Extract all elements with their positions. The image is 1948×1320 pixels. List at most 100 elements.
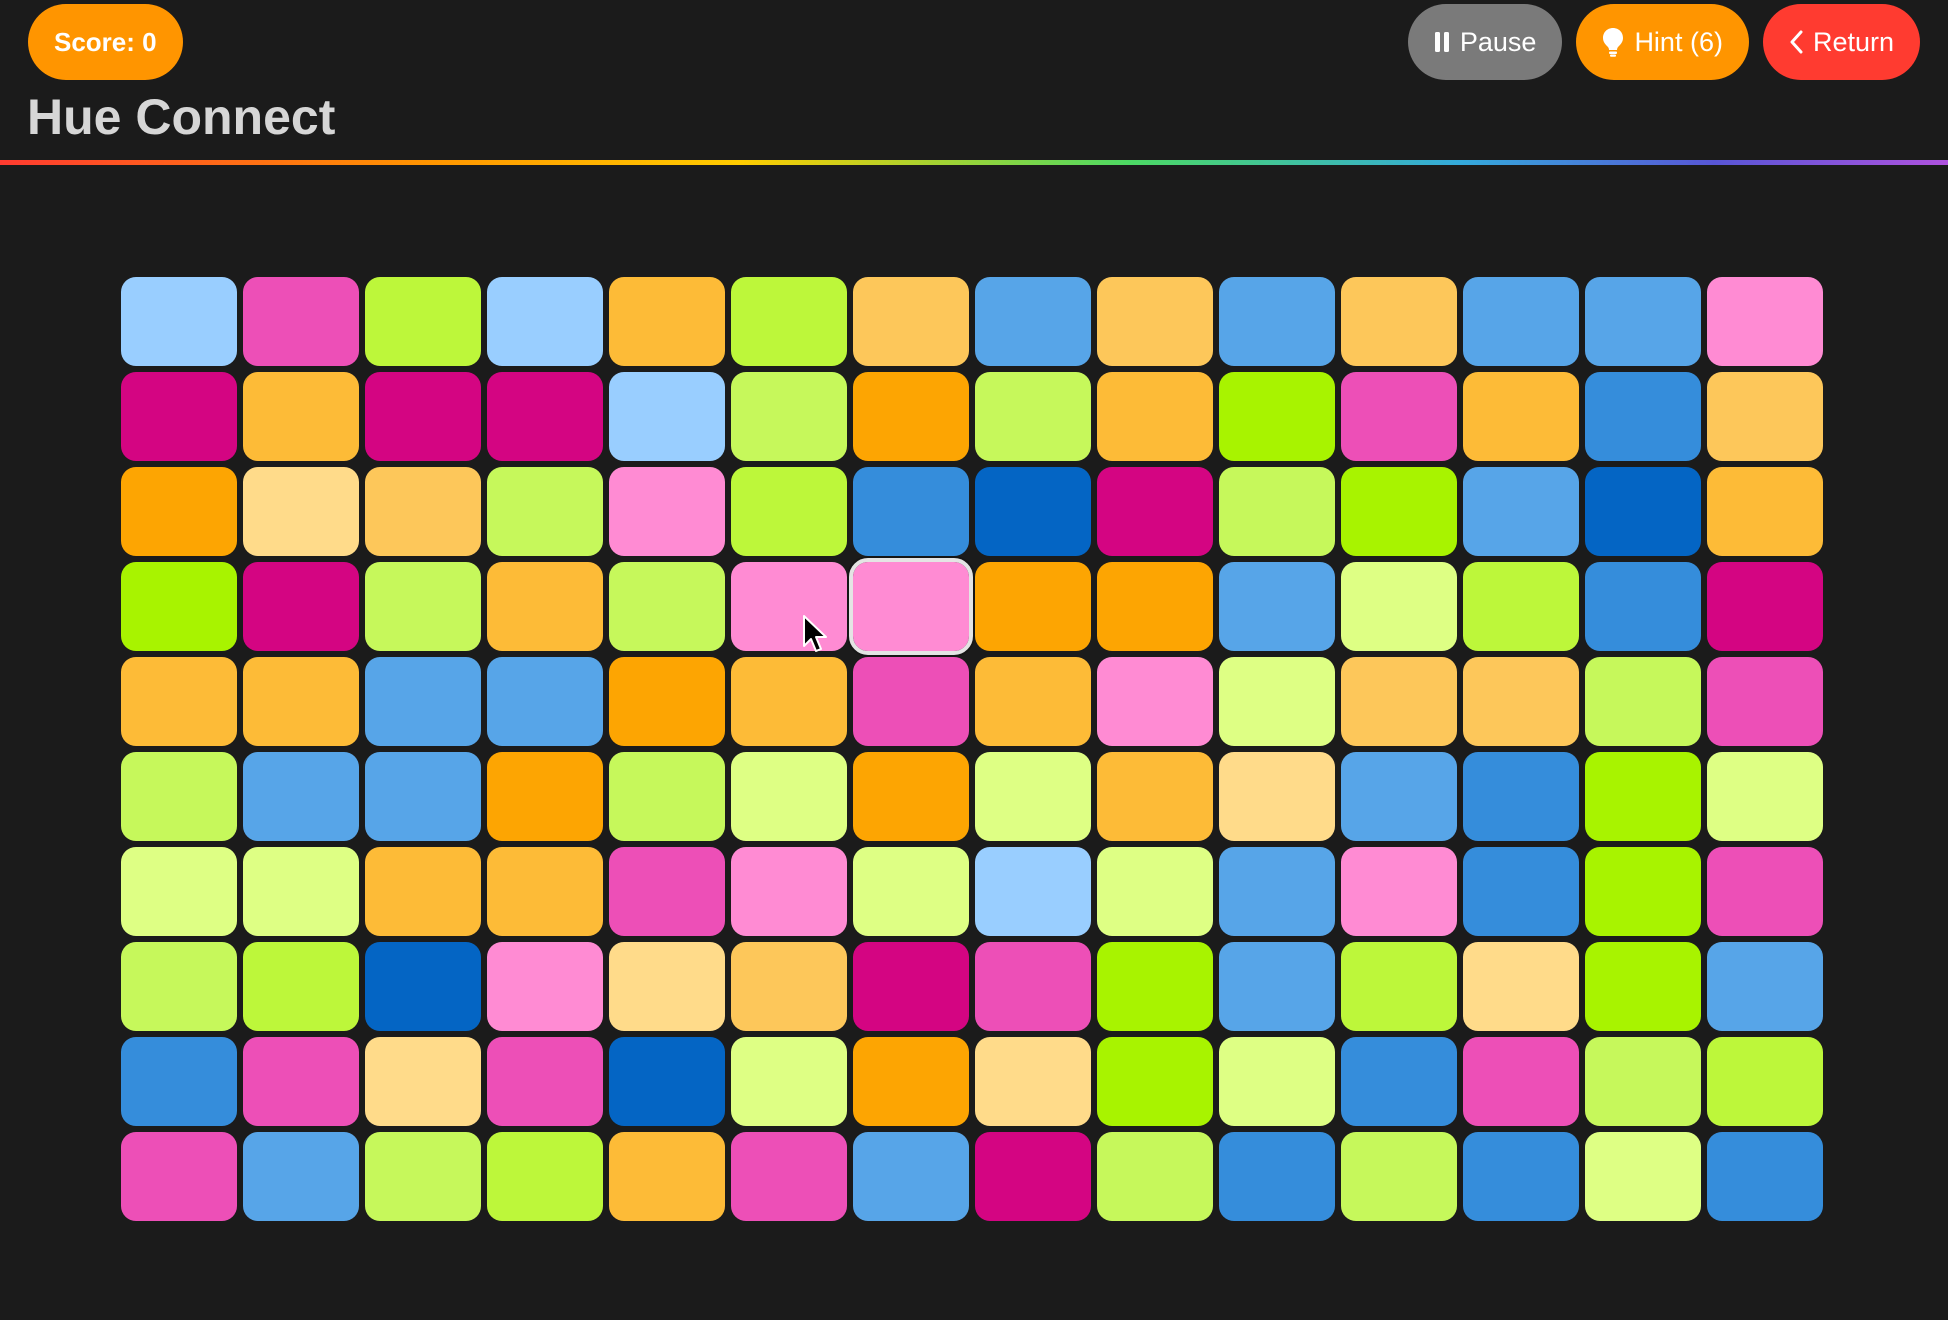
tile[interactable] — [1707, 1132, 1823, 1221]
tile[interactable] — [975, 277, 1091, 366]
tile[interactable] — [975, 847, 1091, 936]
tile[interactable] — [243, 562, 359, 651]
tile[interactable] — [365, 847, 481, 936]
tile[interactable] — [121, 1132, 237, 1221]
tile[interactable] — [121, 277, 237, 366]
tile[interactable] — [1585, 562, 1701, 651]
tile[interactable] — [243, 467, 359, 556]
tile[interactable] — [1219, 752, 1335, 841]
tile[interactable] — [731, 942, 847, 1031]
tile[interactable] — [609, 942, 725, 1031]
tile[interactable] — [1219, 942, 1335, 1031]
tile[interactable] — [975, 752, 1091, 841]
tile[interactable] — [1341, 562, 1457, 651]
tile[interactable] — [1097, 1037, 1213, 1126]
tile[interactable] — [1463, 372, 1579, 461]
tile[interactable] — [853, 372, 969, 461]
tile[interactable] — [731, 752, 847, 841]
tile[interactable] — [243, 277, 359, 366]
tile[interactable] — [1585, 467, 1701, 556]
tile[interactable] — [1097, 562, 1213, 651]
tile[interactable] — [1463, 942, 1579, 1031]
tile[interactable] — [243, 1037, 359, 1126]
tile[interactable] — [121, 942, 237, 1031]
tile[interactable] — [365, 657, 481, 746]
tile[interactable] — [609, 847, 725, 936]
tile[interactable] — [1585, 372, 1701, 461]
tile[interactable] — [1341, 277, 1457, 366]
tile[interactable] — [1219, 372, 1335, 461]
tile[interactable] — [853, 942, 969, 1031]
tile[interactable] — [243, 657, 359, 746]
tile[interactable] — [1097, 467, 1213, 556]
tile[interactable] — [609, 657, 725, 746]
tile[interactable] — [1463, 657, 1579, 746]
tile[interactable] — [731, 277, 847, 366]
tile[interactable] — [1463, 847, 1579, 936]
tile[interactable] — [1219, 277, 1335, 366]
tile[interactable] — [1219, 657, 1335, 746]
tile[interactable] — [853, 1132, 969, 1221]
tile[interactable] — [1219, 562, 1335, 651]
tile[interactable] — [853, 1037, 969, 1126]
tile[interactable] — [1341, 847, 1457, 936]
tile[interactable] — [1341, 942, 1457, 1031]
tile[interactable] — [731, 657, 847, 746]
tile[interactable] — [365, 372, 481, 461]
tile[interactable] — [1341, 752, 1457, 841]
tile[interactable] — [1585, 277, 1701, 366]
tile[interactable] — [1585, 942, 1701, 1031]
tile[interactable] — [609, 752, 725, 841]
tile[interactable] — [1463, 1132, 1579, 1221]
tile[interactable] — [487, 942, 603, 1031]
tile[interactable] — [975, 657, 1091, 746]
tile[interactable] — [243, 752, 359, 841]
tile[interactable] — [975, 1037, 1091, 1126]
tile[interactable] — [1219, 467, 1335, 556]
tile[interactable] — [853, 657, 969, 746]
tile[interactable] — [975, 1132, 1091, 1221]
tile[interactable] — [487, 562, 603, 651]
tile[interactable] — [1341, 372, 1457, 461]
tile[interactable] — [975, 467, 1091, 556]
tile[interactable] — [365, 562, 481, 651]
tile[interactable] — [1585, 752, 1701, 841]
tile[interactable] — [121, 657, 237, 746]
tile[interactable] — [243, 847, 359, 936]
tile[interactable] — [1463, 752, 1579, 841]
tile[interactable] — [243, 372, 359, 461]
tile[interactable] — [1707, 942, 1823, 1031]
tile[interactable] — [1341, 1132, 1457, 1221]
tile[interactable] — [1097, 942, 1213, 1031]
tile[interactable] — [731, 1037, 847, 1126]
tile[interactable] — [731, 562, 847, 651]
tile[interactable] — [243, 1132, 359, 1221]
tile[interactable] — [487, 657, 603, 746]
tile[interactable] — [121, 847, 237, 936]
tile[interactable] — [1585, 847, 1701, 936]
tile[interactable] — [1707, 277, 1823, 366]
tile[interactable] — [121, 1037, 237, 1126]
tile[interactable] — [243, 942, 359, 1031]
tile[interactable] — [1341, 467, 1457, 556]
tile[interactable] — [975, 372, 1091, 461]
tile[interactable] — [853, 847, 969, 936]
tile[interactable] — [1585, 657, 1701, 746]
tile[interactable] — [1097, 657, 1213, 746]
tile[interactable] — [609, 562, 725, 651]
tile[interactable] — [853, 752, 969, 841]
tile[interactable] — [1097, 372, 1213, 461]
tile[interactable] — [1707, 752, 1823, 841]
tile[interactable] — [1707, 467, 1823, 556]
hint-button[interactable]: Hint (6) — [1576, 4, 1749, 80]
tile[interactable] — [975, 562, 1091, 651]
tile[interactable] — [121, 467, 237, 556]
tile[interactable] — [1219, 1037, 1335, 1126]
tile[interactable] — [1219, 847, 1335, 936]
tile[interactable] — [1097, 752, 1213, 841]
return-button[interactable]: Return — [1762, 4, 1920, 80]
tile[interactable] — [487, 1037, 603, 1126]
tile[interactable] — [487, 372, 603, 461]
tile[interactable] — [609, 372, 725, 461]
tile[interactable] — [1097, 847, 1213, 936]
